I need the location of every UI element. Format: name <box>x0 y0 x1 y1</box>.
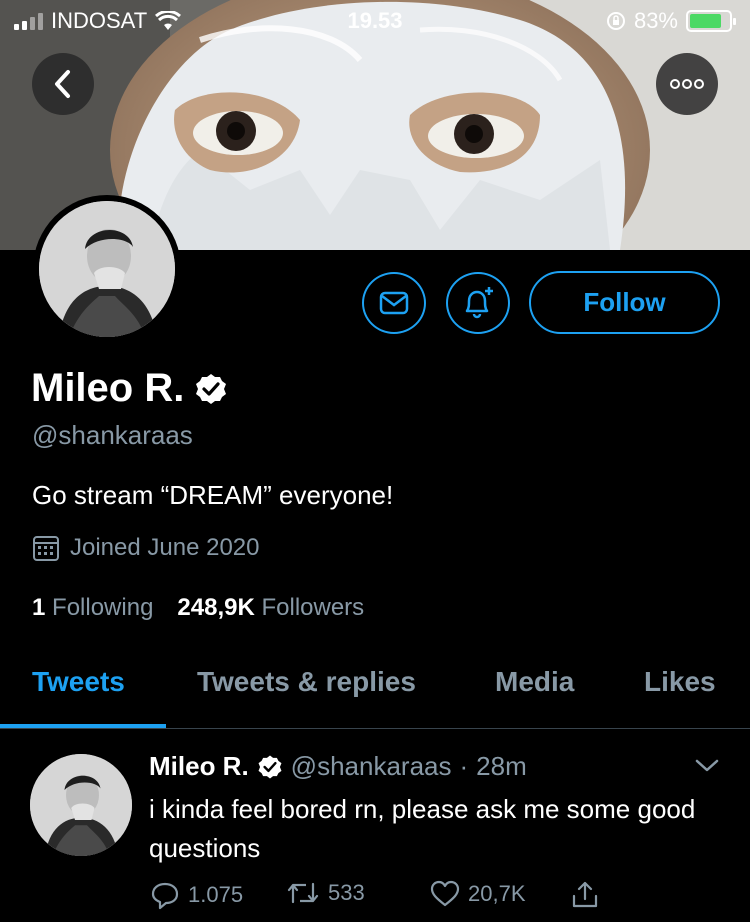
follow-stats: 1 Following 248,9K Followers <box>32 594 364 622</box>
reply-count: 1.075 <box>188 882 244 907</box>
share-icon <box>572 881 598 908</box>
status-bar: INDOSAT 19.53 83% <box>0 0 750 40</box>
retweet-icon <box>287 882 319 904</box>
tweet-separator: · <box>459 751 469 781</box>
retweet-button[interactable]: 533 <box>286 880 365 906</box>
like-count: 20,7K <box>468 881 526 906</box>
followers-stat[interactable]: 248,9K Followers <box>177 594 364 622</box>
bell-plus-icon <box>465 287 493 319</box>
like-button[interactable]: 20,7K <box>430 880 526 908</box>
battery-icon <box>686 10 736 32</box>
back-button[interactable] <box>32 53 94 115</box>
tweet-menu-button[interactable] <box>694 758 720 779</box>
joined-date: Joined June 2020 <box>32 534 260 562</box>
reply-icon <box>151 882 179 910</box>
rotation-lock-icon <box>606 12 625 30</box>
profile-handle: @shankaraas <box>32 420 193 450</box>
reply-button[interactable]: 1.075 <box>150 880 243 910</box>
profile-avatar[interactable] <box>33 195 181 343</box>
tweet-header: Mileo R. @shankaraas · 28m <box>149 751 527 782</box>
tweet-author-name[interactable]: Mileo R. <box>149 751 249 782</box>
joined-text: Joined June 2020 <box>70 534 260 561</box>
following-stat[interactable]: 1 Following <box>32 594 153 622</box>
tab-likes[interactable]: Likes <box>644 666 716 698</box>
display-name-text: Mileo R. <box>31 366 185 410</box>
ellipsis-icon <box>670 79 704 89</box>
profile-bio: Go stream “DREAM” everyone! <box>32 480 394 510</box>
chevron-left-icon <box>55 70 70 98</box>
tweet-avatar[interactable] <box>30 754 132 856</box>
chevron-down-icon <box>695 759 719 772</box>
tweet-author-handle[interactable]: @shankaraas <box>291 751 452 782</box>
share-button[interactable] <box>570 880 600 910</box>
tweet-timestamp[interactable]: 28m <box>476 751 527 782</box>
followers-count: 248,9K <box>177 594 255 621</box>
verified-badge-icon <box>258 755 282 778</box>
tweet-text: i kinda feel bored rn, please ask me som… <box>149 794 696 863</box>
tab-tweets-replies[interactable]: Tweets & replies <box>197 666 416 698</box>
heart-icon <box>430 880 460 907</box>
following-count: 1 <box>32 594 46 621</box>
tab-media[interactable]: Media <box>495 666 574 698</box>
display-name: Mileo R. <box>31 366 228 411</box>
tabs-divider <box>0 728 750 729</box>
profile-tabs: Tweets Tweets & replies Media Likes <box>0 656 750 728</box>
notifications-button[interactable] <box>446 272 510 334</box>
verified-badge-icon <box>196 373 227 404</box>
followers-label: Followers <box>261 594 365 621</box>
tab-tweets[interactable]: Tweets <box>32 666 125 698</box>
follow-button[interactable]: Follow <box>529 271 720 334</box>
message-button[interactable] <box>362 272 426 334</box>
following-label: Following <box>52 594 154 621</box>
battery-percent: 83% <box>633 8 678 33</box>
retweet-count: 533 <box>328 880 365 905</box>
tweet-actions: 1.075 533 20,7K <box>150 880 630 920</box>
envelope-icon <box>379 291 409 315</box>
calendar-icon <box>33 536 59 561</box>
more-options-button[interactable] <box>656 53 718 115</box>
